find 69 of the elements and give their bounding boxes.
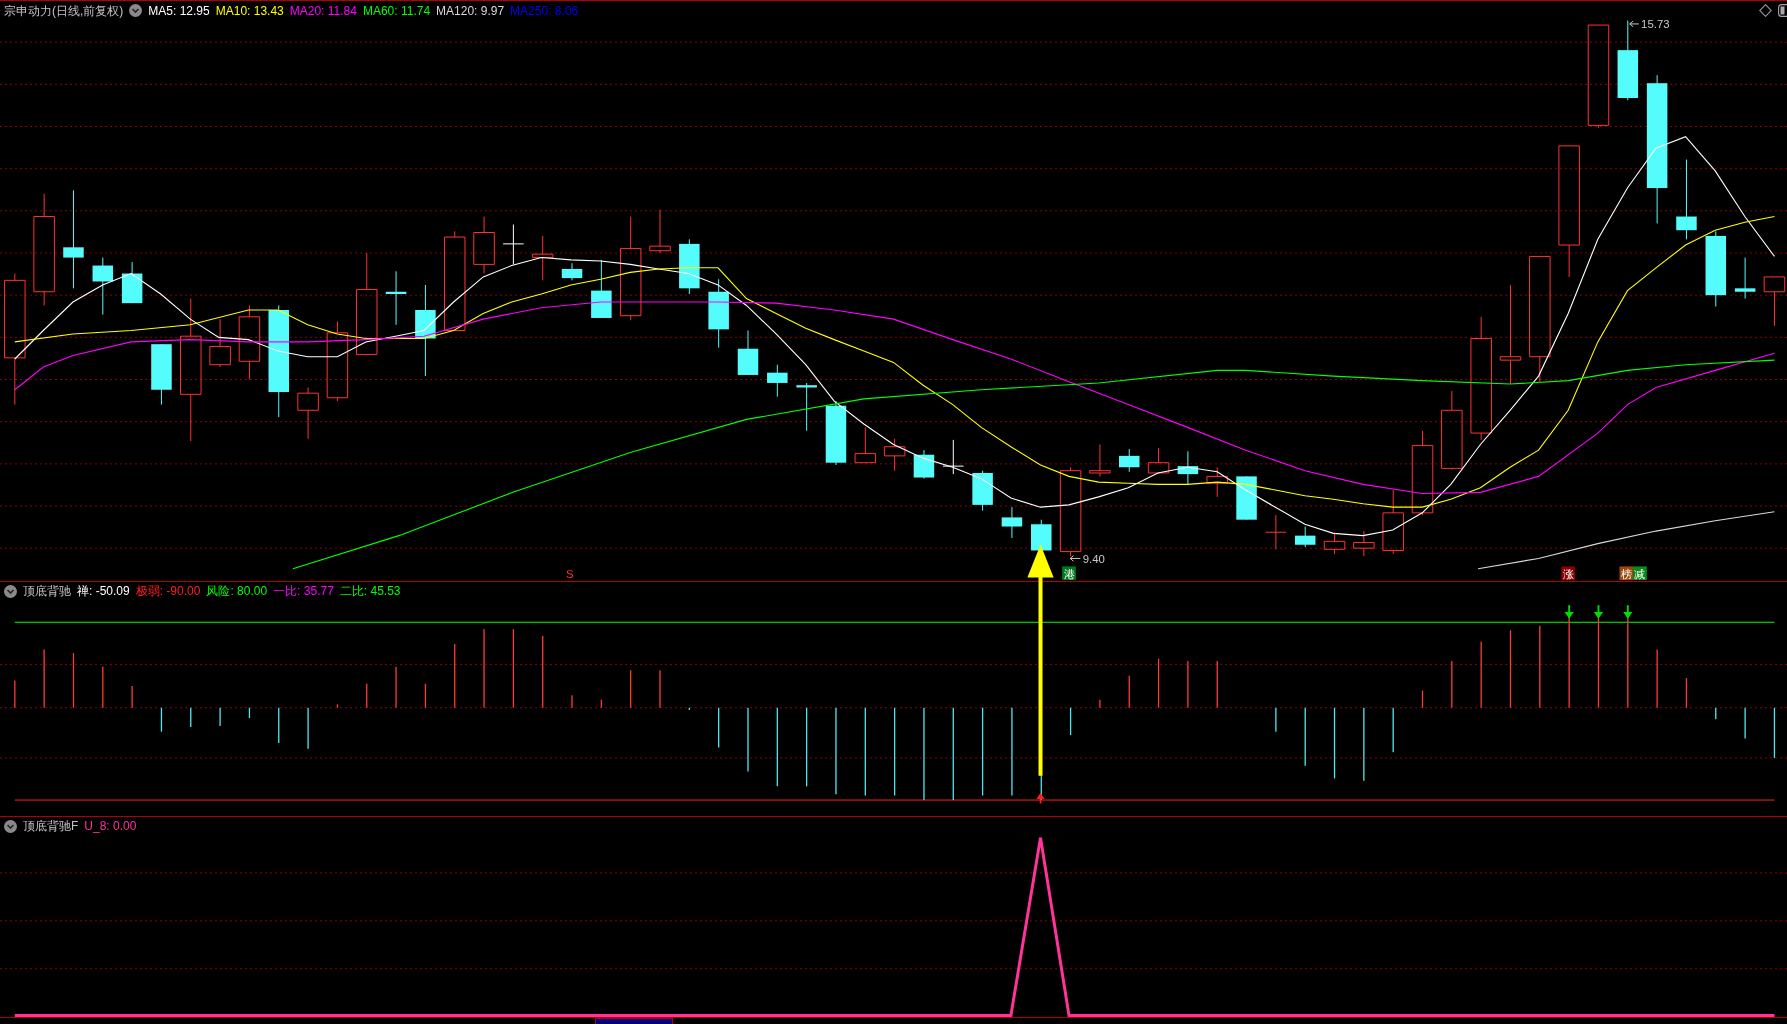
indicator-title: 顶底背驰 bbox=[23, 583, 71, 600]
price-label: 9.40 bbox=[1082, 553, 1105, 565]
chevron-down-icon[interactable] bbox=[129, 4, 143, 17]
down-arrow-icon bbox=[1623, 604, 1633, 619]
candlestick bbox=[1206, 466, 1228, 498]
candlestick bbox=[1353, 530, 1375, 557]
candlestick bbox=[1089, 443, 1111, 477]
candlestick bbox=[121, 261, 143, 304]
candlestick bbox=[1001, 506, 1023, 539]
candlestick bbox=[854, 426, 877, 464]
leader-arrow bbox=[1069, 555, 1081, 562]
chart-title: 宗申动力(日线,前复权) bbox=[4, 2, 124, 20]
candlestick bbox=[972, 470, 993, 512]
candlestick bbox=[1147, 447, 1170, 475]
candlestick bbox=[1265, 514, 1287, 550]
candlestick bbox=[796, 382, 817, 432]
candlestick bbox=[1734, 257, 1756, 300]
indicator-value: 极弱: -90.00 bbox=[135, 583, 201, 600]
candlestick bbox=[767, 364, 788, 398]
candlestick bbox=[1323, 531, 1346, 555]
leader-arrow bbox=[1629, 20, 1640, 28]
candlestick bbox=[737, 330, 759, 376]
indicator-value: MA5: 12.95 bbox=[148, 2, 210, 20]
indicator-value: MA60: 11.74 bbox=[362, 2, 431, 20]
chevron-down-icon[interactable] bbox=[4, 584, 17, 598]
price-label: 15.73 bbox=[1641, 20, 1670, 31]
down-arrow-icon bbox=[1564, 604, 1574, 619]
candlestick bbox=[679, 238, 700, 295]
candlestick bbox=[385, 270, 407, 326]
candlestick bbox=[561, 262, 583, 281]
candlestick bbox=[151, 343, 172, 406]
down-arrow-icon bbox=[1593, 604, 1604, 619]
indicator-value: MA10: 13.43 bbox=[215, 2, 284, 20]
panel-toggle-icon[interactable] bbox=[1778, 4, 1787, 17]
candlestick bbox=[708, 278, 729, 349]
indicator-value: MA20: 11.84 bbox=[289, 2, 357, 20]
indicator-value: 禅: -50.09 bbox=[77, 583, 130, 600]
candlestick bbox=[1236, 475, 1257, 521]
candlestick bbox=[825, 400, 847, 466]
indicator-value: 一比: 35.77 bbox=[273, 583, 334, 600]
candlestick bbox=[942, 439, 965, 475]
indicator-value: 风险: 80.00 bbox=[206, 583, 268, 600]
indicator-title: 顶底背驰F bbox=[23, 818, 79, 835]
candlestick bbox=[297, 387, 319, 440]
candlestick bbox=[473, 216, 495, 274]
candlestick bbox=[92, 257, 114, 316]
chevron-down-icon[interactable] bbox=[4, 819, 17, 833]
candlestick bbox=[1763, 276, 1786, 327]
signal-tag: 榜 bbox=[1619, 566, 1634, 581]
candlestick bbox=[1177, 450, 1199, 485]
signal-tag: 涨 bbox=[1561, 566, 1575, 581]
candlestick bbox=[1294, 526, 1316, 548]
diamond-icon[interactable] bbox=[1759, 4, 1772, 17]
indicator-value: MA250: 8.06 bbox=[510, 2, 579, 20]
candlestick bbox=[1382, 489, 1404, 555]
candlestick bbox=[649, 209, 671, 254]
candlestick bbox=[531, 235, 554, 281]
candlestick bbox=[502, 224, 525, 265]
candlestick bbox=[883, 438, 906, 472]
signal-tag: 减 bbox=[1633, 566, 1647, 581]
signal-tag: 港 bbox=[1062, 566, 1076, 581]
signal-letter: S bbox=[566, 567, 574, 580]
indicator-value: 二比: 45.53 bbox=[339, 583, 401, 600]
candlestick bbox=[913, 449, 935, 480]
indicator-value: MA120: 9.97 bbox=[436, 2, 505, 20]
candlestick bbox=[591, 259, 612, 319]
indicator-value: U_8: 0.00 bbox=[84, 818, 137, 835]
candlestick bbox=[209, 318, 231, 368]
candlestick bbox=[1119, 448, 1140, 473]
